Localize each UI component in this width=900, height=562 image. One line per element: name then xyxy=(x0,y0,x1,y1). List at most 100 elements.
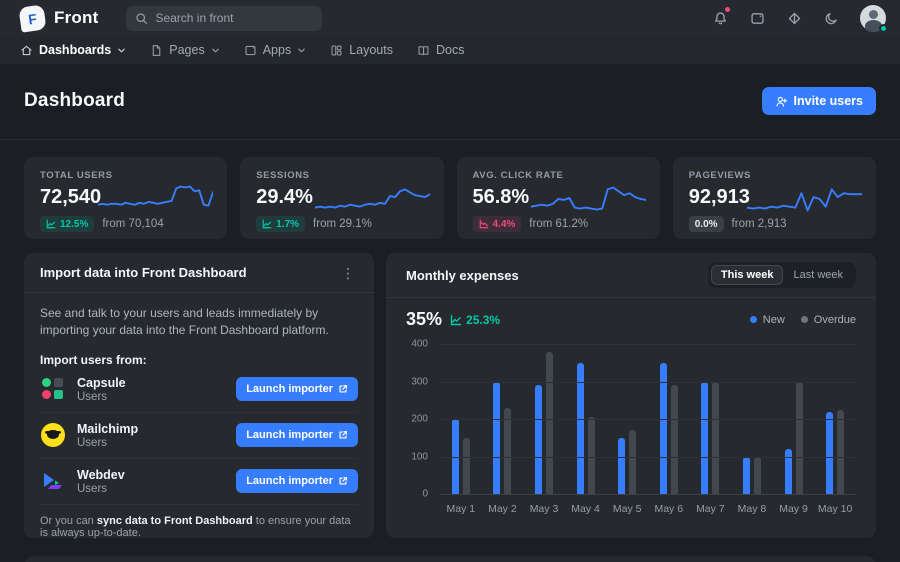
sparkline-chart xyxy=(315,176,430,221)
trend-badge: 0.0% xyxy=(689,216,724,232)
components-button[interactable] xyxy=(782,6,806,30)
launch-importer-button[interactable]: Launch importer xyxy=(236,469,358,493)
stat-card-sessions: Sessions 29.4% 1.7% from 29.1% xyxy=(240,157,443,239)
legend-dot xyxy=(750,316,757,323)
y-axis-tick: 100 xyxy=(411,451,428,462)
expenses-card-title: Monthly expenses xyxy=(406,268,519,283)
window-icon xyxy=(244,44,257,57)
x-axis-label: May 5 xyxy=(606,503,648,515)
nav-item-pages[interactable]: Pages xyxy=(150,43,219,57)
gridline xyxy=(440,494,856,495)
expenses-headline: 35% xyxy=(406,309,442,330)
topbar: F Front xyxy=(0,0,900,36)
import-row-capsule: Capsule Users Launch importer xyxy=(40,367,358,413)
y-axis-tick: 300 xyxy=(411,376,428,387)
gridline xyxy=(440,419,856,420)
x-axis-label: May 8 xyxy=(731,503,773,515)
notifications-button[interactable] xyxy=(708,6,732,30)
legend-item-new[interactable]: New xyxy=(750,314,785,326)
bar-overdue xyxy=(546,352,553,495)
bar-new xyxy=(701,382,708,495)
bar-new xyxy=(493,382,500,495)
y-axis-tick: 0 xyxy=(422,489,428,500)
import-card-title: Import data into Front Dashboard xyxy=(40,265,247,280)
trend-badge: 1.7% xyxy=(256,216,305,232)
capsule-logo-icon xyxy=(40,376,66,402)
y-axis-tick: 400 xyxy=(411,339,428,350)
bar-new xyxy=(618,438,625,494)
nav-label: Docs xyxy=(436,43,464,57)
legend-dot xyxy=(801,316,808,323)
nav-item-docs[interactable]: Docs xyxy=(417,43,464,57)
x-axis-label: May 10 xyxy=(814,503,856,515)
layout-grid-icon xyxy=(330,44,343,57)
x-axis-label: May 7 xyxy=(690,503,732,515)
user-avatar[interactable] xyxy=(860,5,886,31)
front-logo-icon[interactable]: F xyxy=(18,4,46,32)
home-icon xyxy=(20,44,33,57)
sparkline-chart xyxy=(531,176,646,221)
trend-badge: 4.4% xyxy=(473,216,522,232)
file-icon xyxy=(150,44,163,57)
bar-overdue xyxy=(712,382,719,495)
invite-users-button[interactable]: Invite users xyxy=(762,87,876,115)
x-axis-label: May 4 xyxy=(565,503,607,515)
chevron-down-icon xyxy=(211,46,220,55)
search-icon xyxy=(135,12,148,25)
main-nav: Dashboards Pages Apps Layouts Docs xyxy=(0,36,900,65)
x-axis: May 1May 2May 3May 4May 5May 6May 7May 8… xyxy=(440,494,856,515)
trend-up-icon xyxy=(262,219,272,229)
bar-new xyxy=(535,385,542,494)
this-week-button[interactable]: This week xyxy=(711,265,784,285)
launch-importer-button[interactable]: Launch importer xyxy=(236,423,358,447)
bar-overdue xyxy=(629,430,636,494)
nav-label: Apps xyxy=(263,43,292,57)
x-axis-label: May 9 xyxy=(773,503,815,515)
legend-item-overdue[interactable]: Overdue xyxy=(801,314,856,326)
dark-mode-toggle[interactable] xyxy=(819,6,843,30)
page-title: Dashboard xyxy=(24,90,125,112)
expenses-change: 25.3% xyxy=(450,313,500,327)
sparkline-chart xyxy=(98,176,213,221)
launch-importer-button[interactable]: Launch importer xyxy=(236,377,358,401)
chevron-down-icon xyxy=(117,46,126,55)
bar-overdue xyxy=(504,408,511,494)
importer-name: Webdev xyxy=(77,468,125,482)
nav-item-apps[interactable]: Apps xyxy=(244,43,307,57)
importer-name: Capsule xyxy=(77,376,126,390)
sync-data-link[interactable]: sync data to Front Dashboard xyxy=(97,515,253,527)
gridline xyxy=(440,382,856,383)
x-axis-label: May 3 xyxy=(523,503,565,515)
topbar-actions xyxy=(708,5,886,31)
mailchimp-logo-icon xyxy=(40,422,66,448)
book-icon xyxy=(417,44,430,57)
nav-label: Pages xyxy=(169,43,204,57)
bar-new xyxy=(743,457,750,495)
last-week-button[interactable]: Last week xyxy=(783,265,853,285)
importer-type: Users xyxy=(77,437,138,449)
stat-card-total-users: Total users 72,540 12.5% from 70,104 xyxy=(24,157,227,239)
external-link-icon xyxy=(338,384,348,394)
brand-name: Front xyxy=(54,8,98,28)
nav-item-layouts[interactable]: Layouts xyxy=(330,43,393,57)
x-axis-label: May 6 xyxy=(648,503,690,515)
chart-legend: New Overdue xyxy=(750,314,856,326)
import-row-webdev: Webdev Users Launch importer xyxy=(40,459,358,505)
import-description: See and talk to your users and leads imm… xyxy=(40,305,358,340)
bottom-card-partial xyxy=(24,556,876,562)
week-toggle: This week Last week xyxy=(708,262,856,288)
main-row: Import data into Front Dashboard ⋮ See a… xyxy=(24,253,876,538)
nav-item-dashboards[interactable]: Dashboards xyxy=(20,43,126,57)
apps-launcher-button[interactable] xyxy=(745,6,769,30)
invite-users-label: Invite users xyxy=(794,94,863,108)
bar-overdue xyxy=(837,410,844,494)
stats-row: Total users 72,540 12.5% from 70,104 Ses… xyxy=(24,157,876,239)
online-status-dot xyxy=(879,24,888,33)
diamond-icon xyxy=(787,11,802,26)
import-subtitle: Import users from: xyxy=(40,353,358,367)
importer-name: Mailchimp xyxy=(77,422,138,436)
external-link-icon xyxy=(338,476,348,486)
search-bar[interactable] xyxy=(126,6,322,31)
kebab-menu-icon[interactable]: ⋮ xyxy=(338,266,358,280)
search-input[interactable] xyxy=(155,11,305,25)
